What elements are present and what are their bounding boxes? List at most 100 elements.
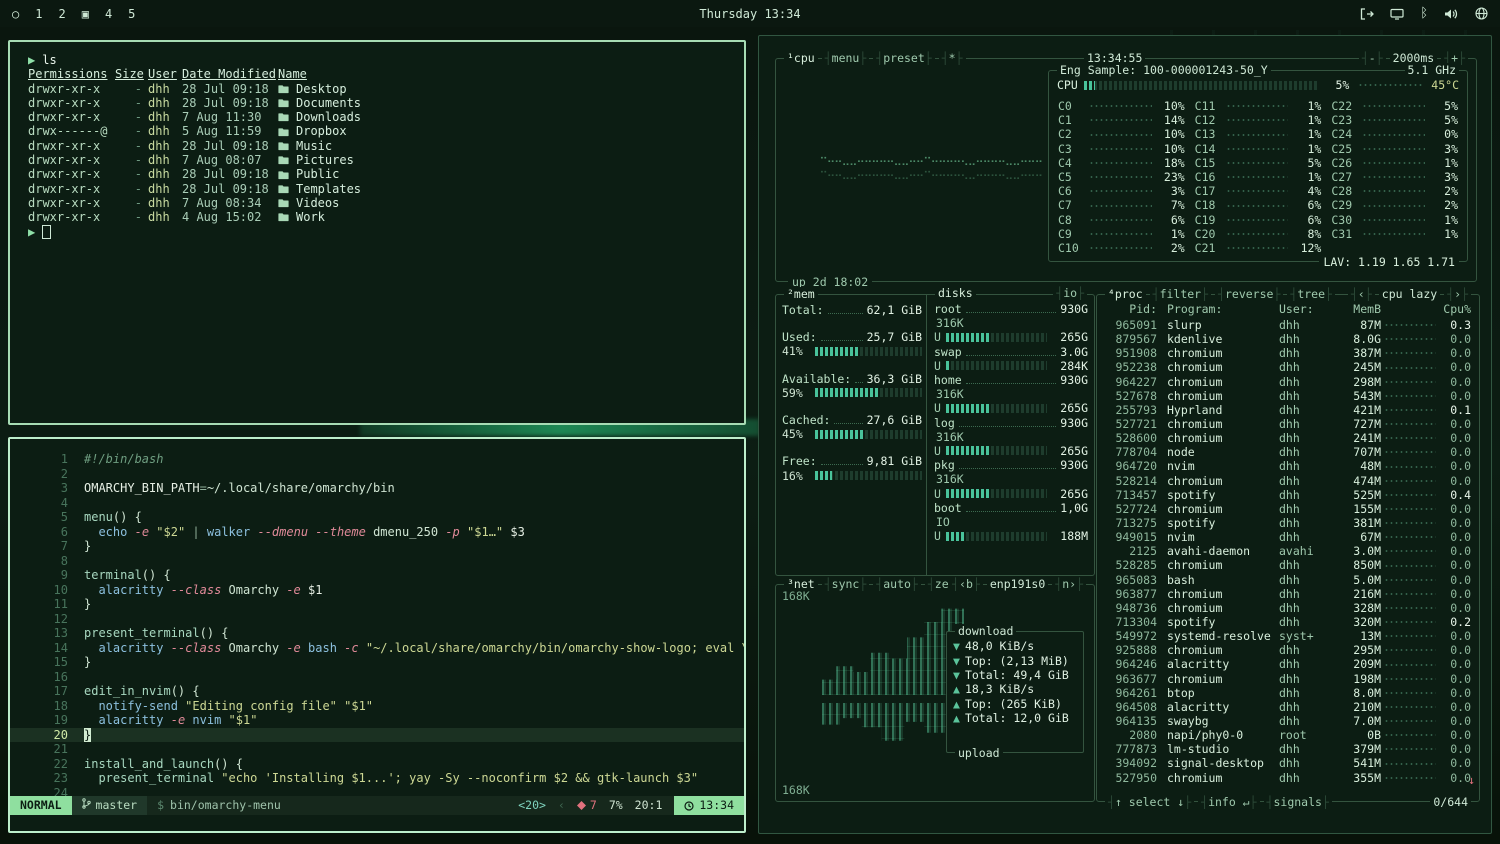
editor-line[interactable]: 15} bbox=[10, 655, 744, 670]
editor-line[interactable]: 24 bbox=[10, 786, 744, 797]
line-number: 23 bbox=[10, 771, 84, 786]
process-mem: 298M bbox=[1337, 375, 1381, 389]
iface-prev-button[interactable]: ‹b bbox=[949, 577, 983, 591]
process-row[interactable]: 713304spotifydhh320M0.2 bbox=[1105, 615, 1471, 629]
workspace-indicator[interactable]: ○ bbox=[12, 7, 19, 21]
process-row[interactable]: 949015nvimdhh67M0.0 bbox=[1105, 530, 1471, 544]
interval-decrease-button[interactable]: - bbox=[1359, 51, 1386, 65]
editor-line[interactable]: 14 alacritty --class Omarchy -e bash -c … bbox=[10, 641, 744, 656]
process-row[interactable]: 527724chromiumdhh155M0.0 bbox=[1105, 502, 1471, 516]
editor-line[interactable]: 21 bbox=[10, 742, 744, 757]
process-pid: 964227 bbox=[1105, 375, 1157, 389]
preset-star[interactable]: * bbox=[939, 51, 966, 65]
process-row[interactable]: 777873lm-studiodhh379M0.0 bbox=[1105, 742, 1471, 756]
process-row[interactable]: 948736chromiumdhh328M0.0 bbox=[1105, 601, 1471, 615]
globe-icon[interactable] bbox=[1475, 7, 1488, 20]
bluetooth-icon[interactable]: ᛒ bbox=[1420, 6, 1428, 21]
process-row[interactable]: 879567kdenlivedhh8.0G0.0 bbox=[1105, 332, 1471, 346]
volume-icon[interactable] bbox=[1444, 8, 1459, 20]
ls-user: dhh bbox=[148, 96, 182, 110]
workspace-2[interactable]: 2 bbox=[58, 7, 65, 21]
code-text: terminal() { bbox=[84, 568, 171, 583]
process-row[interactable]: 952238chromiumdhh245M0.0 bbox=[1105, 360, 1471, 374]
workspace-active[interactable]: ▣ bbox=[82, 7, 89, 21]
disk-row: home930G bbox=[934, 373, 1088, 387]
editor-lines[interactable]: 1#!/bin/bash23OMARCHY_BIN_PATH=~/.local/… bbox=[10, 439, 744, 796]
editor-line[interactable]: 9terminal() { bbox=[10, 568, 744, 583]
process-row[interactable]: 713457spotifydhh525M0.4 bbox=[1105, 488, 1471, 502]
core-name: C18 bbox=[1195, 198, 1223, 212]
editor-line[interactable]: 23 present_terminal "echo 'Installing $1… bbox=[10, 771, 744, 786]
statusline-clock: 13:34 bbox=[674, 796, 744, 815]
process-row[interactable]: 965083bashdhh5.0M0.0 bbox=[1105, 573, 1471, 587]
sort-next-button[interactable]: › bbox=[1444, 287, 1471, 301]
core-percent: 12% bbox=[1291, 241, 1321, 255]
process-row[interactable]: 964508alacrittydhh210M0.0 bbox=[1105, 700, 1471, 714]
preset-button[interactable]: preset bbox=[873, 51, 934, 65]
sort-prev-button[interactable]: ‹ bbox=[1348, 287, 1375, 301]
filter-button[interactable]: filter bbox=[1150, 287, 1211, 301]
process-row[interactable]: 394092signal-desktopdhh541M0.0 bbox=[1105, 756, 1471, 770]
editor-line[interactable]: 16 bbox=[10, 670, 744, 685]
line-number: 6 bbox=[10, 525, 84, 540]
process-cpu: 0.0 bbox=[1439, 686, 1471, 700]
editor-line[interactable]: 10 alacritty --class Omarchy -e $1 bbox=[10, 583, 744, 598]
process-row[interactable]: 528285chromiumdhh850M0.0 bbox=[1105, 558, 1471, 572]
process-row[interactable]: 964135swaybgdhh7.0M0.0 bbox=[1105, 714, 1471, 728]
iface-next-button[interactable]: n› bbox=[1052, 577, 1086, 591]
process-row[interactable]: 255793Hyprlanddhh421M0.1 bbox=[1105, 403, 1471, 417]
process-row[interactable]: 964227chromiumdhh298M0.0 bbox=[1105, 375, 1471, 389]
info-button[interactable]: info ↵ bbox=[1198, 795, 1259, 809]
workspace-5[interactable]: 5 bbox=[128, 7, 135, 21]
editor-line[interactable]: 17edit_in_nvim() { bbox=[10, 684, 744, 699]
process-row[interactable]: 549972systemd-resolvesyst+13M0.0 bbox=[1105, 629, 1471, 643]
editor-line[interactable]: 18 notify-send "Editing config file" "$1… bbox=[10, 699, 744, 714]
net-sync-button[interactable]: sync bbox=[822, 577, 870, 591]
process-row[interactable]: 964246alacrittydhh209M0.0 bbox=[1105, 657, 1471, 671]
process-row[interactable]: 965091slurpdhh87M0.3 bbox=[1105, 318, 1471, 332]
tree-button[interactable]: tree bbox=[1287, 287, 1335, 301]
process-row[interactable]: 2080napi/phy0-0root0B0.0 bbox=[1105, 728, 1471, 742]
mem-stat-label-row: Available:36,3 GiB bbox=[782, 372, 922, 386]
process-row[interactable]: 528214chromiumdhh474M0.0 bbox=[1105, 474, 1471, 488]
editor-line[interactable]: 6 echo -e "$2" | walker --dmenu --theme … bbox=[10, 525, 744, 540]
editor-line[interactable]: 19 alacritty -e nvim "$1" bbox=[10, 713, 744, 728]
process-row[interactable]: 527721chromiumdhh727M0.0 bbox=[1105, 417, 1471, 431]
editor-line[interactable]: 2 bbox=[10, 467, 744, 482]
editor-line[interactable]: 22install_and_launch() { bbox=[10, 757, 744, 772]
editor-line[interactable]: 8 bbox=[10, 554, 744, 569]
process-row[interactable]: 2125avahi-daemonavahi3.0M0.0 bbox=[1105, 544, 1471, 558]
editor-line[interactable]: 7} bbox=[10, 539, 744, 554]
menu-button[interactable]: menu bbox=[822, 51, 870, 65]
logout-icon[interactable] bbox=[1360, 8, 1374, 20]
display-icon[interactable] bbox=[1390, 8, 1404, 20]
process-row[interactable]: 713275spotifydhh381M0.0 bbox=[1105, 516, 1471, 530]
process-row[interactable]: 963677chromiumdhh198M0.0 bbox=[1105, 672, 1471, 686]
net-auto-button[interactable]: auto bbox=[873, 577, 921, 591]
process-row[interactable]: 963877chromiumdhh216M0.0 bbox=[1105, 587, 1471, 601]
editor-line[interactable]: 5menu() { bbox=[10, 510, 744, 525]
editor-line[interactable]: 13present_terminal() { bbox=[10, 626, 744, 641]
process-row[interactable]: 964720nvimdhh48M0.0 bbox=[1105, 459, 1471, 473]
process-row[interactable]: 528600chromiumdhh241M0.0 bbox=[1105, 431, 1471, 445]
signals-button[interactable]: signals bbox=[1264, 795, 1332, 809]
editor-line[interactable]: 3OMARCHY_BIN_PATH=~/.local/share/omarchy… bbox=[10, 481, 744, 496]
workspace-4[interactable]: 4 bbox=[105, 7, 112, 21]
desktop-icon bbox=[278, 84, 290, 94]
process-row[interactable]: 951908chromiumdhh387M0.0 bbox=[1105, 346, 1471, 360]
editor-line[interactable]: 11} bbox=[10, 597, 744, 612]
editor-line[interactable]: 20} bbox=[10, 728, 744, 743]
editor-line[interactable]: 4 bbox=[10, 496, 744, 511]
select-button[interactable]: ↑ select ↓ bbox=[1105, 795, 1194, 809]
process-row[interactable]: 527950chromiumdhh355M0.0 bbox=[1105, 771, 1471, 785]
process-row[interactable]: 925888chromiumdhh295M0.0 bbox=[1105, 643, 1471, 657]
editor-line[interactable]: 12 bbox=[10, 612, 744, 627]
process-row[interactable]: 778704nodedhh707M0.0 bbox=[1105, 445, 1471, 459]
reverse-button[interactable]: reverse bbox=[1215, 287, 1283, 301]
workspace-1[interactable]: 1 bbox=[35, 7, 42, 21]
scrollbar-down-icon[interactable]: ↓ bbox=[1468, 773, 1475, 787]
process-row[interactable]: 527678chromiumdhh543M0.0 bbox=[1105, 389, 1471, 403]
editor-line[interactable]: 1#!/bin/bash bbox=[10, 452, 744, 467]
process-row[interactable]: 964261btopdhh8.0M0.0 bbox=[1105, 686, 1471, 700]
core-graph bbox=[1362, 103, 1425, 110]
